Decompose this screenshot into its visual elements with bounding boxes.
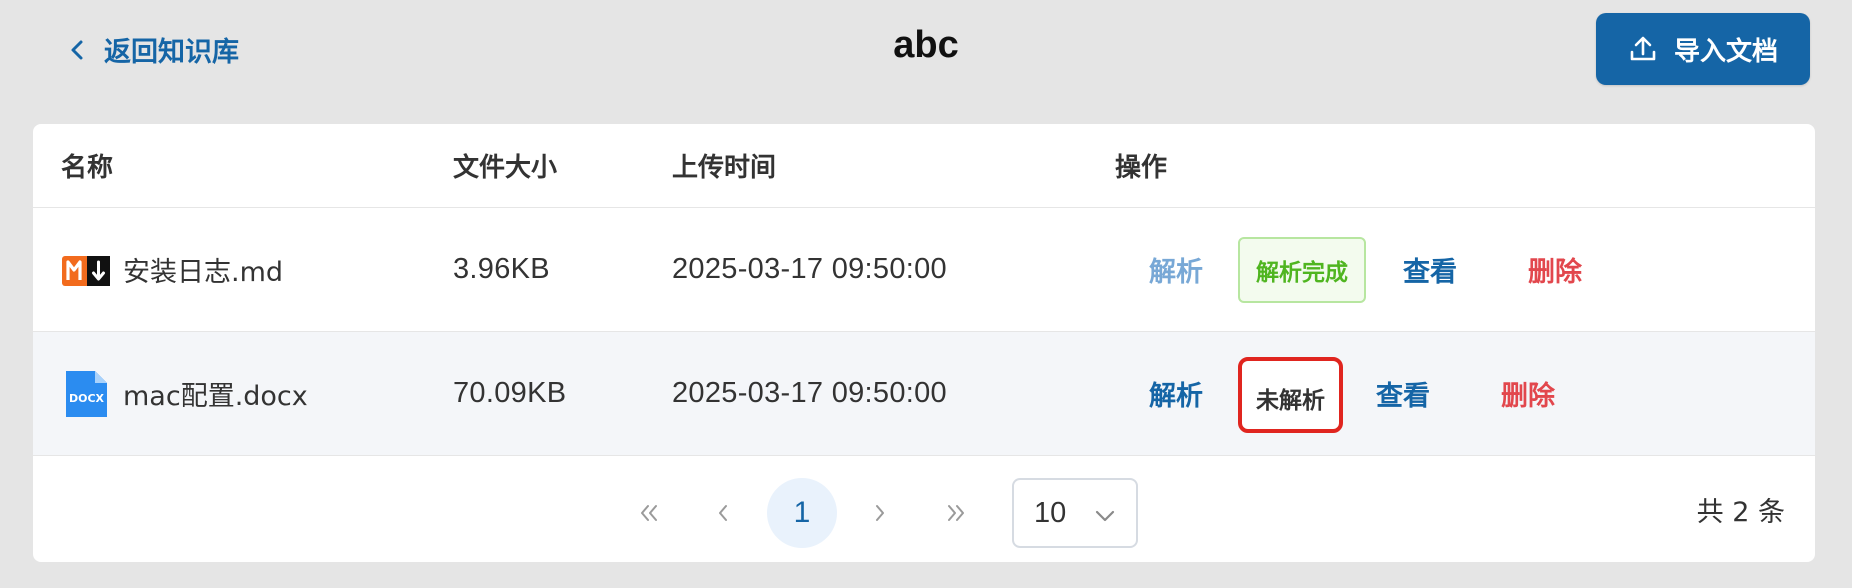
view-button[interactable]: 查看 [1376,332,1430,455]
column-header-upload-time: 上传时间 [672,153,777,183]
docx-file-icon: DOCX [61,369,111,419]
svg-text:DOCX: DOCX [69,392,105,405]
chevron-right-icon [876,505,884,521]
file-name[interactable]: mac配置.docx [123,374,308,413]
chevron-down-icon [1092,502,1118,528]
column-header-name: 名称 [61,153,114,183]
file-size: 3.96KB [453,253,550,285]
page-size-select[interactable]: 10 [1012,478,1138,548]
file-size: 70.09KB [453,377,567,409]
parse-button[interactable]: 解析 [1149,332,1203,455]
delete-button[interactable]: 删除 [1501,332,1555,455]
view-button[interactable]: 查看 [1403,208,1457,331]
double-chevron-left-icon [641,505,657,521]
delete-button[interactable]: 删除 [1528,208,1582,331]
page-number-current[interactable]: 1 [767,478,837,548]
chevron-left-icon [719,505,727,521]
column-header-size: 文件大小 [453,153,558,183]
next-page-button[interactable] [858,479,902,547]
table-row: DOCX mac配置.docx 70.09KB 2025-03-17 09:50… [33,332,1815,456]
file-name-cell: DOCX mac配置.docx [61,332,308,455]
file-name[interactable]: 安装日志.md [123,250,283,289]
page-header: 返回知识库 abc 导入文档 [0,0,1852,110]
import-label: 导入文档 [1673,36,1778,67]
upload-time: 2025-03-17 09:50:00 [672,253,947,285]
parse-button[interactable]: 解析 [1149,208,1203,331]
table-header: 名称 文件大小 上传时间 操作 [33,124,1815,208]
page-size-value: 10 [1034,496,1067,529]
table-row: 安装日志.md 3.96KB 2025-03-17 09:50:00 解析 解析… [33,208,1815,332]
status-badge: 未解析 [1238,357,1343,433]
upload-icon [1628,34,1658,64]
page-title: abc [893,24,959,66]
document-table-card: 名称 文件大小 上传时间 操作 安装日志.md 3.96KB 2025-03-1… [33,124,1815,562]
double-chevron-right-icon [948,505,964,521]
import-document-button[interactable]: 导入文档 [1596,13,1810,85]
status-badge: 解析完成 [1238,237,1366,303]
markdown-file-icon [61,245,111,295]
first-page-button[interactable] [627,479,671,547]
previous-page-button[interactable] [701,479,745,547]
file-name-cell: 安装日志.md [61,208,283,331]
total-count: 共 2 条 [1696,496,1785,528]
upload-time: 2025-03-17 09:50:00 [672,377,947,409]
last-page-button[interactable] [934,479,978,547]
column-header-actions: 操作 [1115,153,1168,183]
pagination: 1 10 共 2 条 [33,456,1815,562]
